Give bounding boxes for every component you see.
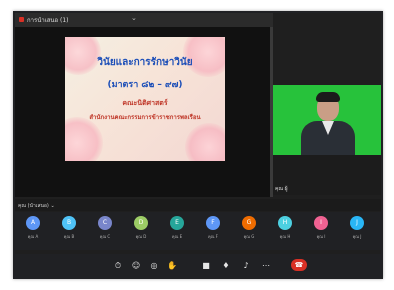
participant-tile[interactable]: D คุณ D xyxy=(129,216,153,248)
participant-tile[interactable]: C คุณ C xyxy=(93,216,117,248)
participant-name: คุณ G xyxy=(243,234,255,239)
mic-icon[interactable]: ♦ xyxy=(219,260,233,272)
flower-decoration xyxy=(65,117,103,161)
avatar: G xyxy=(242,216,256,230)
screenshot-frame: การนำเสนอ (1) ⌄ วินัยและการรักษาวินัย (ม… xyxy=(13,11,383,279)
people-icon[interactable]: ☺ xyxy=(129,260,143,272)
avatar: I xyxy=(314,216,328,230)
share-tab-bar[interactable]: การนำเสนอ (1) ⌄ xyxy=(15,13,273,27)
participant-name: คุณ I xyxy=(316,234,326,239)
slide-title: วินัยและการรักษาวินัย xyxy=(97,57,193,68)
participant-name: คุณ E xyxy=(171,234,183,239)
camera-icon[interactable]: ■ xyxy=(199,260,213,272)
participant-tile[interactable]: J คุณ J xyxy=(345,216,369,248)
participant-tile[interactable]: G คุณ G xyxy=(237,216,261,248)
end-call-button[interactable]: ☎ xyxy=(291,259,307,271)
participant-name: คุณ B xyxy=(63,234,75,239)
slide-line-1: คณะนิติศาสตร์ xyxy=(122,99,168,107)
participant-tile[interactable]: I คุณ I xyxy=(309,216,333,248)
avatar: H xyxy=(278,216,292,230)
presenter-bar[interactable]: คุณ (นำเสนอ) ⌄ xyxy=(15,199,381,211)
avatar: C xyxy=(98,216,112,230)
avatar: B xyxy=(62,216,76,230)
participant-name: คุณ D xyxy=(135,234,147,239)
participant-name: คุณ C xyxy=(99,234,111,239)
presentation-slide: วินัยและการรักษาวินัย (มาตรา ๘๒ – ๙๗) คณ… xyxy=(65,37,225,161)
speaker-video-tile[interactable]: คุณ ผู้ xyxy=(273,85,381,195)
participant-tile[interactable]: E คุณ E xyxy=(165,216,189,248)
participant-tile[interactable]: B คุณ B xyxy=(57,216,81,248)
captions-icon[interactable]: ⏱ xyxy=(111,260,125,272)
record-icon[interactable]: ◎ xyxy=(147,260,161,272)
hand-icon[interactable]: ✋ xyxy=(165,260,179,272)
screen-share-area: วินัยและการรักษาวินัย (มาตรา ๘๒ – ๙๗) คณ… xyxy=(15,27,270,197)
volume-icon[interactable]: ♪ xyxy=(239,260,253,272)
participant-name: คุณ H xyxy=(279,234,291,239)
present-icon xyxy=(19,17,24,22)
slide-line-2: สำนักงานคณะกรรมการข้าราชการพลเรือน xyxy=(89,114,201,121)
participant-name: คุณ A xyxy=(27,234,39,239)
participant-strip: A คุณ A B คุณ B C คุณ C D คุณ D E คุณ E F คุณ … xyxy=(15,212,381,250)
flower-decoration xyxy=(185,123,225,161)
avatar: J xyxy=(350,216,364,230)
tab-title: การนำเสนอ (1) xyxy=(27,17,69,24)
chevron-down-icon[interactable]: ⌄ xyxy=(131,14,137,22)
avatar: A xyxy=(26,216,40,230)
speaker-name: คุณ ผู้ xyxy=(275,186,288,192)
meeting-window: การนำเสนอ (1) ⌄ วินัยและการรักษาวินัย (ม… xyxy=(15,13,381,277)
participant-tile[interactable]: H คุณ H xyxy=(273,216,297,248)
participant-name: คุณ F xyxy=(208,234,218,239)
participant-tile[interactable]: F คุณ F xyxy=(201,216,225,248)
meeting-controls: ⏱ ☺ ◎ ✋ ■ ♦ ♪ ⋯ ☎ xyxy=(15,254,381,277)
more-icon[interactable]: ⋯ xyxy=(259,260,273,272)
participant-tile[interactable]: A คุณ A xyxy=(21,216,45,248)
participant-name: คุณ J xyxy=(352,234,362,239)
avatar: F xyxy=(206,216,220,230)
slide-subtitle: (มาตรา ๘๒ – ๙๗) xyxy=(107,80,183,90)
avatar: E xyxy=(170,216,184,230)
speaker-hair xyxy=(316,92,340,102)
presenter-label: คุณ (นำเสนอ) ⌄ xyxy=(18,203,55,209)
avatar: D xyxy=(134,216,148,230)
